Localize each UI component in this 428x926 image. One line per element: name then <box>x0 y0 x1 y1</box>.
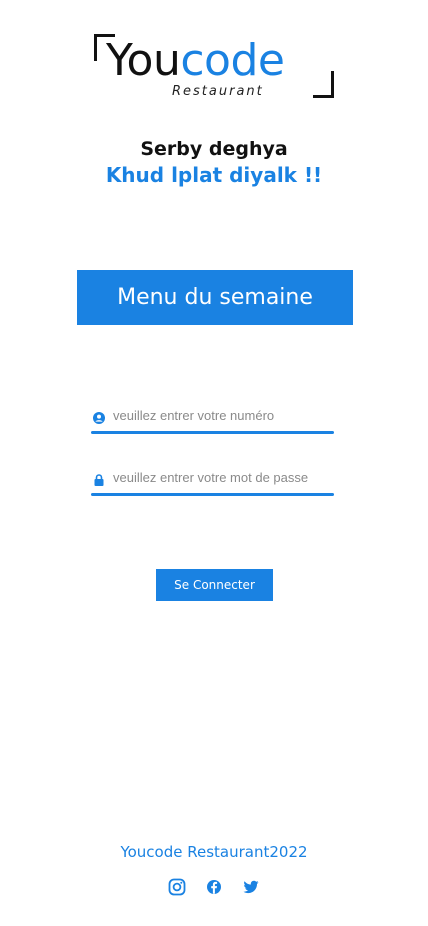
logo-corner-bottom-right <box>313 71 334 98</box>
footer-text: Youcode Restaurant2022 <box>120 843 308 861</box>
password-field <box>91 466 334 496</box>
password-field-underline <box>91 493 334 496</box>
brand-logo: Youcode Restaurant <box>94 34 334 99</box>
tagline-primary: Serby deghya <box>140 138 288 160</box>
facebook-icon[interactable] <box>205 878 223 896</box>
login-button[interactable]: Se Connecter <box>156 569 273 601</box>
phone-field-underline <box>91 431 334 434</box>
lock-icon <box>93 471 105 486</box>
logo-wordmark: Youcode <box>106 35 285 86</box>
instagram-icon[interactable] <box>168 878 186 896</box>
password-input[interactable] <box>113 466 334 488</box>
social-links <box>0 876 428 896</box>
phone-input[interactable] <box>113 404 334 426</box>
logo-subtitle: Restaurant <box>172 84 264 99</box>
logo-word-you: You <box>106 35 181 86</box>
logo-word-code: code <box>180 35 285 86</box>
twitter-icon[interactable] <box>242 878 260 896</box>
weekly-menu-button[interactable]: Menu du semaine <box>77 270 353 325</box>
tagline-secondary: Khud lplat diyalk !! <box>105 163 323 187</box>
phone-field <box>91 404 334 434</box>
user-circle-icon <box>93 409 105 424</box>
